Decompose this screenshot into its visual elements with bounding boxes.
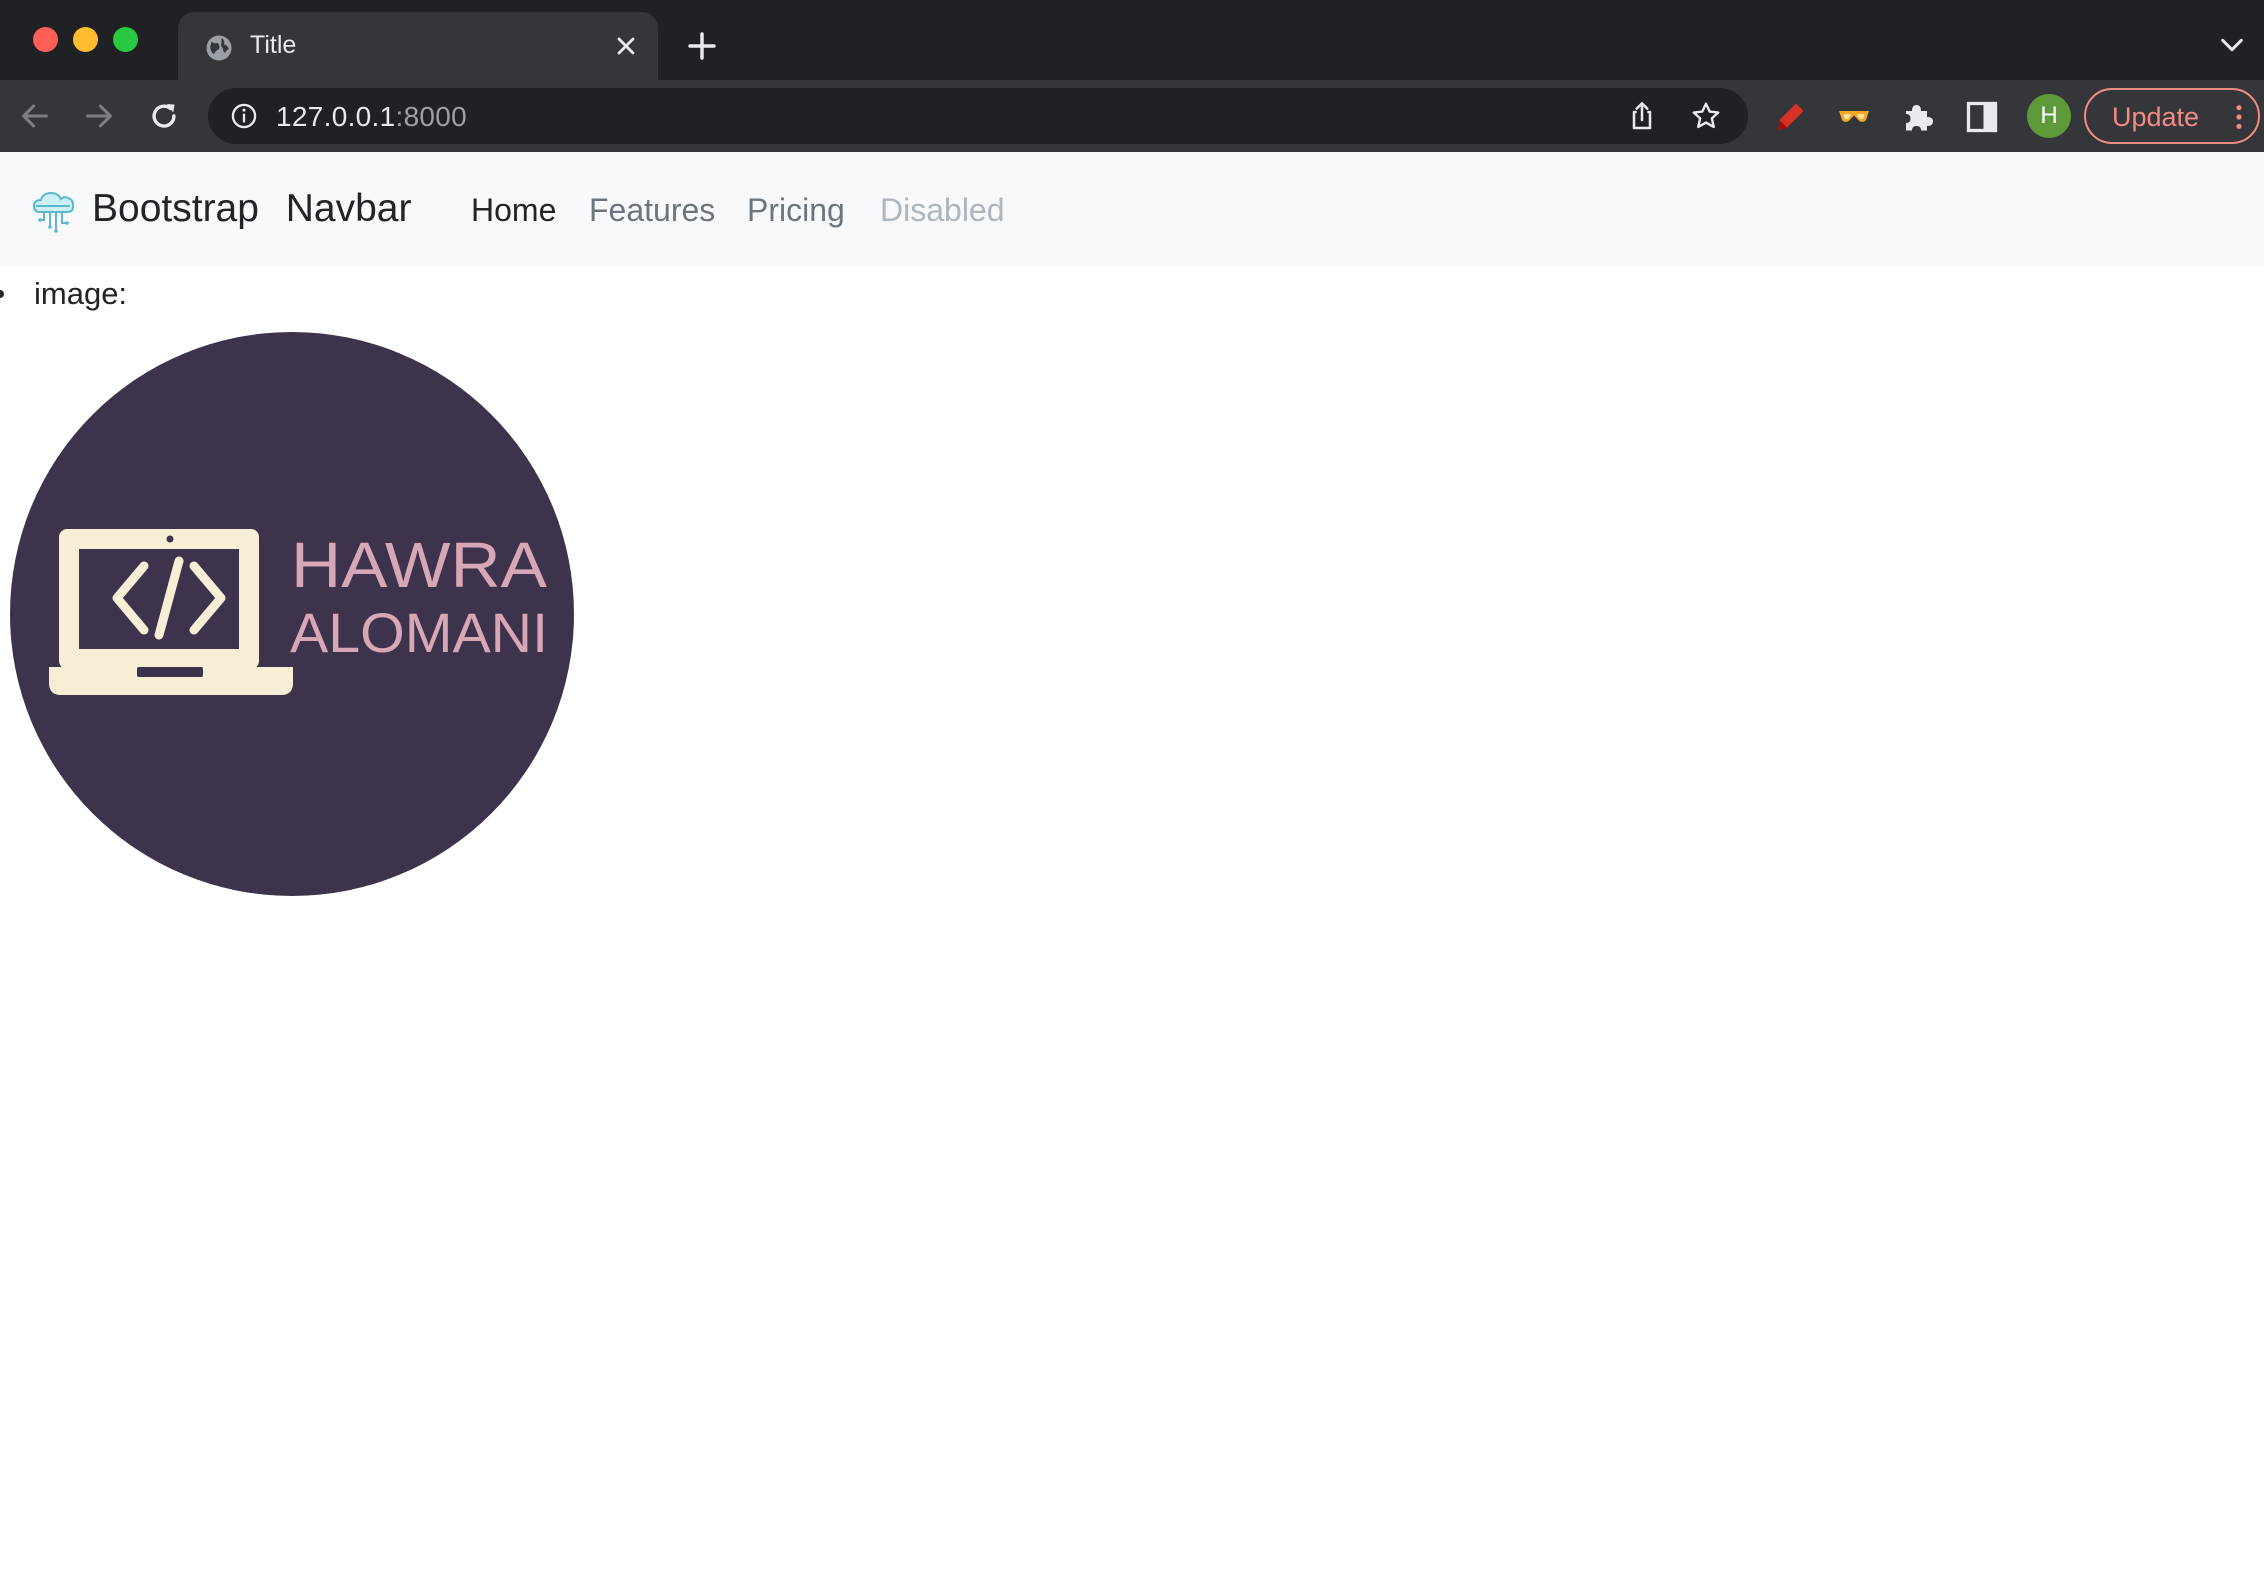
browser-toolbar: 127.0.0.1:8000 H Update [0, 80, 2264, 152]
cloud-icon[interactable] [30, 190, 78, 234]
share-icon[interactable] [1626, 100, 1658, 132]
navbar-brand[interactable]: Bootstrap Navbar [92, 187, 412, 231]
profile-avatar[interactable]: H [2027, 94, 2071, 138]
more-menu-icon[interactable] [2234, 103, 2244, 131]
nav-link-disabled: Disabled [880, 192, 1005, 228]
site-info-icon[interactable] [230, 102, 258, 130]
browser-tab[interactable]: Title [178, 12, 658, 80]
side-panel-icon[interactable] [1964, 99, 2000, 135]
bootstrap-navbar: Bootstrap Navbar Home Features Pricing D… [0, 152, 2264, 265]
chevron-down-icon[interactable] [2218, 34, 2246, 56]
address-bar[interactable]: 127.0.0.1:8000 [208, 88, 1748, 144]
nav-link-home[interactable]: Home [471, 192, 556, 229]
tab-title: Title [250, 31, 297, 59]
reload-icon[interactable] [147, 99, 181, 133]
bookmark-star-icon[interactable] [1690, 100, 1722, 132]
hawra-alomani-logo-image: HAWRA ALOMANI [10, 332, 574, 896]
page-viewport: Bootstrap Navbar Home Features Pricing D… [0, 152, 2264, 1586]
logo-line-1: HAWRA [291, 529, 547, 601]
close-tab-icon[interactable] [612, 32, 640, 60]
list-item-label: image: [34, 276, 128, 311]
highlighter-extension-icon[interactable] [1772, 99, 1808, 135]
glasses-extension-icon[interactable] [1836, 99, 1872, 135]
update-button[interactable]: Update [2084, 88, 2260, 144]
nav-link-features[interactable]: Features [589, 192, 715, 229]
nav-link-pricing[interactable]: Pricing [747, 192, 845, 229]
logo-line-2: ALOMANI [290, 601, 548, 664]
update-label: Update [2112, 102, 2200, 132]
close-window-button[interactable] [33, 27, 58, 52]
forward-arrow-icon[interactable] [82, 99, 116, 133]
minimize-window-button[interactable] [73, 27, 98, 52]
url-host: 127.0.0.1 [276, 101, 396, 132]
globe-icon [206, 35, 232, 61]
browser-tab-bar: Title [0, 0, 2264, 80]
bullet-marker [0, 290, 4, 298]
url-port: :8000 [395, 101, 468, 132]
new-tab-icon[interactable] [686, 30, 718, 62]
maximize-window-button[interactable] [113, 27, 138, 52]
back-arrow-icon[interactable] [18, 99, 52, 133]
url-text[interactable]: 127.0.0.1:8000 [276, 101, 467, 133]
extensions-puzzle-icon[interactable] [1900, 99, 1936, 135]
